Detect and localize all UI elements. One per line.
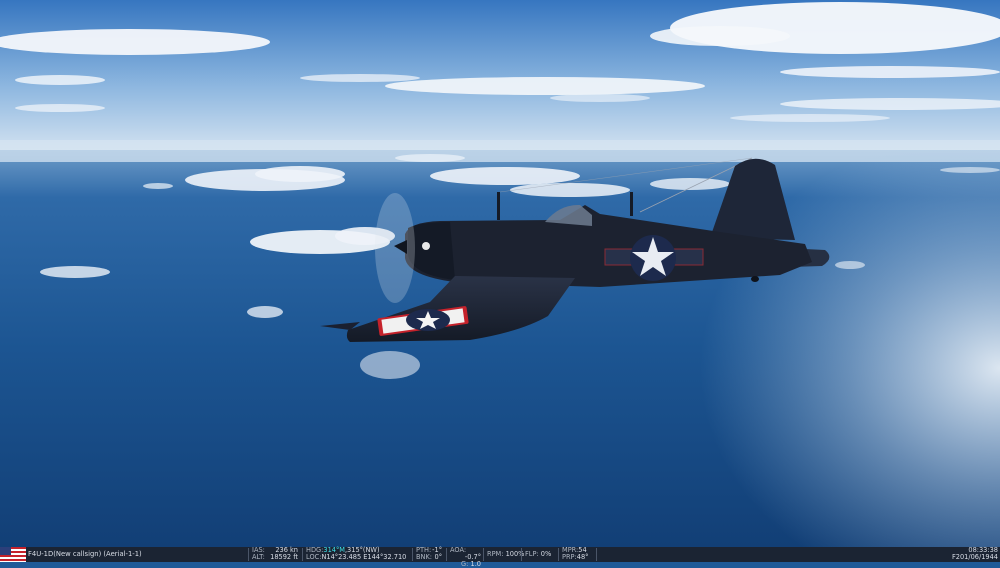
prp-label: PRP:	[562, 553, 577, 561]
alt-label: ALT:	[252, 553, 265, 561]
flp-value: 0%	[540, 550, 552, 558]
prp-value: 48°	[576, 553, 589, 561]
unit-label: F4U-1D(New callsign) (Aerial-1-1)	[28, 550, 142, 558]
rpm-label: RPM:	[487, 550, 504, 558]
separator	[521, 548, 522, 561]
speed-altitude-block: IAS: 236 kn ALT: 18592 ft	[252, 547, 298, 562]
bnk-value: 0°	[434, 553, 443, 561]
aoa-g-block: AOA: -0.7° G: 1.0	[450, 546, 481, 568]
g-label: G:	[461, 560, 469, 568]
flap-block: FLP: 0%	[525, 547, 551, 562]
separator	[483, 548, 484, 561]
loc-value: N14°23.485 E144°32.710	[321, 553, 407, 561]
skull-marking	[422, 242, 430, 250]
hud-status-bar: F4U-1D(New callsign) (Aerial-1-1) IAS: 2…	[0, 546, 1000, 568]
separator	[596, 548, 597, 561]
flp-label: FLP:	[525, 550, 539, 558]
separator	[446, 548, 447, 561]
separator	[412, 548, 413, 561]
rpm-block: RPM: 100%	[487, 547, 524, 562]
loc-label: LOC:	[306, 553, 322, 561]
heading-location-block: HDG:314°M,315°(NW) LOC:N14°23.485 E144°3…	[306, 547, 406, 562]
aoa-label: AOA:	[450, 546, 467, 554]
separator	[248, 548, 249, 561]
attitude-block: PTH: -1° BNK: 0°	[416, 547, 442, 562]
bnk-label: BNK:	[416, 553, 433, 561]
flight-scene	[0, 0, 1000, 547]
separator	[302, 548, 303, 561]
mission-date: F201/06/1944	[952, 553, 998, 561]
g-value: 1.0	[470, 560, 482, 568]
time-date-block: 08:33:38 F201/06/1944	[952, 547, 998, 562]
us-flag-icon	[0, 547, 26, 562]
alt-value: 18592 ft	[270, 553, 298, 561]
game-viewport	[0, 0, 1000, 547]
manifold-prop-block: MPR:54 PRP:48°	[562, 547, 590, 562]
separator	[558, 548, 559, 561]
